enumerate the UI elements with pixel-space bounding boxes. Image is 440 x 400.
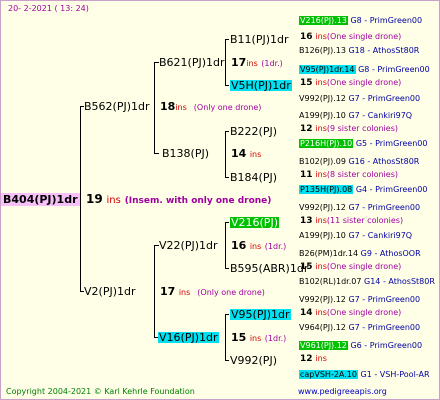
connector	[225, 222, 229, 223]
gen4-queen-row[interactable]: V992(PJ).12 G7 - PrimGreen00	[299, 95, 420, 103]
root-ins-info: 19 ins (Insem. with only one drone)	[86, 192, 272, 206]
gen4-queen-row[interactable]: P135H(PJ).08 G4 - PrimGreen00	[299, 185, 427, 194]
connector	[225, 85, 229, 86]
connector	[225, 222, 226, 268]
gen4-queen-row[interactable]: A199(PJ).10 G7 - Cankiri97Q	[299, 112, 412, 120]
gen3-queen[interactable]: B222(PJ)	[230, 126, 277, 137]
gen1-ins-info: 17 ins (Only one drone)	[160, 285, 265, 298]
gen1-queen[interactable]: B562(PJ)1dr	[84, 101, 150, 112]
gen3-ins-info: 12 ins	[300, 354, 327, 364]
connector	[225, 314, 229, 315]
connector	[154, 245, 155, 337]
connector	[225, 131, 226, 177]
gen4-queen-row[interactable]: V964(PJ).12 G7 - PrimGreen00	[299, 324, 420, 332]
gen2-ins-info: 16 ins (1dr.)	[231, 239, 287, 252]
connector	[225, 39, 226, 85]
gen2-ins-info: 15 ins (1dr.)	[231, 331, 287, 344]
gen3-ins-info: 11 ins(8 sister colonies)	[300, 170, 398, 180]
gen3-queen[interactable]: B184(PJ)	[230, 172, 277, 183]
connector	[225, 177, 229, 178]
connector	[225, 314, 226, 360]
gen1-queen[interactable]: V2(PJ)1dr	[84, 286, 136, 297]
gen3-ins-info: 14 ins(One single drone)	[300, 308, 402, 318]
copyright-text: Copyright 2004-2021 © Karl Kehrle Founda…	[6, 387, 195, 396]
gen3-queen[interactable]: V992(PJ)	[230, 355, 277, 366]
connector	[225, 268, 229, 269]
connector	[225, 131, 229, 132]
gen4-queen-row[interactable]: V95(PJ)1dr.14 G8 - PrimGreen00	[299, 65, 430, 74]
gen4-queen-row[interactable]: B26(PM)1dr.14 G9 - AthosOOR	[299, 250, 421, 258]
connector	[80, 106, 81, 292]
gen4-queen-row[interactable]: V961(PJ).12 G6 - PrimGreen00	[299, 341, 422, 350]
gen2-ins-info: 17ins (1dr.)	[231, 56, 283, 69]
gen3-queen[interactable]: V95(PJ)1dr	[230, 309, 291, 320]
connector	[225, 360, 229, 361]
gen3-ins-info: 13 ins(11 sister colonies)	[300, 216, 404, 226]
date-header: 20- 2-2021 ( 13: 24)	[8, 4, 89, 13]
gen3-queen[interactable]: V5H(PJ)1dr	[230, 80, 292, 91]
gen2-queen[interactable]: V16(PJ)1dr	[158, 332, 219, 343]
gen4-queen-row[interactable]: V992(PJ).12 G7 - PrimGreen00	[299, 204, 420, 212]
gen2-queen[interactable]: B138(PJ)	[162, 148, 209, 159]
gen3-ins-info: 15 ins(One single drone)	[300, 78, 402, 88]
gen4-queen-row[interactable]: B102(RL)1dr.07 G14 - AthosSt80R	[299, 278, 435, 286]
gen4-queen-row[interactable]: B102(PJ).09 G16 - AthosSt80R	[299, 158, 419, 166]
connector	[154, 62, 155, 153]
gen3-ins-info: 16 ins(One single drone)	[300, 32, 402, 42]
gen2-queen[interactable]: V22(PJ)1dr	[159, 240, 218, 251]
connector	[154, 153, 159, 154]
gen3-queen[interactable]: V216(PJ)	[230, 217, 279, 228]
root-queen[interactable]: B404(PJ)1dr	[1, 193, 80, 206]
gen3-queen[interactable]: B11(PJ)1dr	[230, 34, 289, 45]
gen3-ins-info: 15 ins(One single drone)	[300, 262, 402, 272]
gen3-queen[interactable]: B595(ABR)1dr	[230, 263, 308, 274]
gen4-queen-row[interactable]: A199(PJ).10 G7 - Cankiri97Q	[299, 232, 412, 240]
gen1-ins-info: 18ins (Only one drone)	[160, 100, 262, 113]
gen4-queen-row[interactable]: V216(PJ).13 G8 - PrimGreen00	[299, 16, 422, 25]
gen4-queen-row[interactable]: capVSH-2A.10 G1 - VSH-Pool-AR	[299, 370, 430, 379]
gen2-ins-info: 14 ins	[231, 147, 262, 160]
gen2-queen[interactable]: B621(PJ)1dr	[159, 57, 225, 68]
website-link[interactable]: www.pedigreeapis.org	[298, 387, 387, 396]
connector	[225, 39, 229, 40]
gen4-queen-row[interactable]: P216H(PJ).10 G5 - PrimGreen00	[299, 139, 427, 148]
gen3-ins-info: 12 ins(9 sister colonies)	[300, 124, 398, 134]
gen4-queen-row[interactable]: B126(PJ).13 G18 - AthosSt80R	[299, 47, 419, 55]
gen4-queen-row[interactable]: V992(PJ).12 G7 - PrimGreen00	[299, 296, 420, 304]
